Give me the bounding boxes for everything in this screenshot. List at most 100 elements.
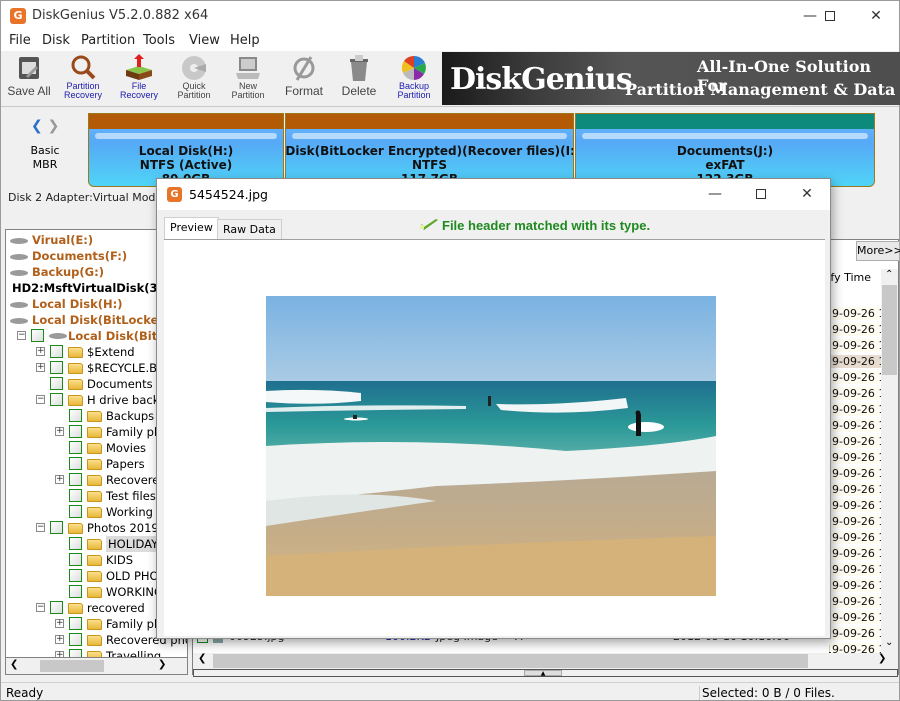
- expand-icon[interactable]: +: [55, 475, 64, 484]
- file-recovery-button[interactable]: File Recovery: [114, 54, 164, 104]
- drive-icon: [10, 317, 28, 324]
- tree-volume-f[interactable]: Documents(F:): [10, 248, 127, 264]
- menu-disk[interactable]: Disk: [42, 33, 70, 48]
- tree-checkbox[interactable]: [69, 457, 82, 470]
- tab-preview[interactable]: Preview: [164, 217, 219, 239]
- drive-icon: [10, 301, 28, 308]
- tree-checkbox[interactable]: [69, 489, 82, 502]
- partition-j[interactable]: Documents(J:) exFAT 122.3GB: [575, 113, 875, 187]
- folder-icon: [87, 427, 102, 438]
- scroll-down-icon[interactable]: ⌄: [885, 637, 893, 648]
- partition-recovery-button[interactable]: Partition Recovery: [58, 54, 108, 104]
- tree-volume-g[interactable]: Backup(G:): [10, 264, 104, 280]
- folder-icon: [87, 619, 102, 630]
- folder-icon: [87, 491, 102, 502]
- list-vertical-scrollbar[interactable]: ⌃ ⌄: [881, 269, 898, 653]
- partition-i[interactable]: Local Disk(BitLocker Encrypted)(Recover …: [285, 113, 574, 187]
- menu-tools[interactable]: Tools: [143, 33, 175, 48]
- tree-checkbox[interactable]: [69, 441, 82, 454]
- scroll-thumb[interactable]: [213, 654, 808, 668]
- tree-checkbox[interactable]: [69, 569, 82, 582]
- collapse-icon[interactable]: −: [36, 603, 45, 612]
- collapse-icon[interactable]: −: [17, 331, 26, 340]
- tab-raw-data[interactable]: Raw Data: [217, 219, 282, 239]
- tree-checkbox[interactable]: [50, 345, 63, 358]
- folder-icon: [68, 379, 83, 390]
- new-partition-button[interactable]: New Partition: [223, 54, 273, 104]
- menu-view[interactable]: View: [189, 33, 220, 48]
- quick-partition-button[interactable]: Quick Partition: [169, 54, 219, 104]
- tree-checkbox[interactable]: [50, 601, 63, 614]
- scroll-thumb[interactable]: [40, 660, 104, 672]
- expand-icon[interactable]: +: [36, 363, 45, 372]
- scroll-up-icon[interactable]: ⌃: [885, 269, 893, 280]
- diskgenius-banner: DiskGenius All-In-One Solution For Parti…: [442, 52, 900, 105]
- tree-checkbox[interactable]: [69, 473, 82, 486]
- next-disk-icon[interactable]: ❯: [48, 118, 60, 134]
- dialog-close-button[interactable]: ✕: [784, 179, 830, 210]
- tree-checkbox[interactable]: [50, 521, 63, 534]
- scroll-left-icon[interactable]: ❮: [198, 653, 206, 664]
- expand-icon[interactable]: +: [36, 347, 45, 356]
- column-header-modify-time[interactable]: Modify Time: [831, 271, 871, 287]
- tree-checkbox[interactable]: [69, 553, 82, 566]
- modify-time-cell: 2019-09-26 11:: [829, 467, 881, 480]
- expand-icon[interactable]: +: [55, 619, 64, 628]
- folder-icon: [87, 507, 102, 518]
- tree-checkbox[interactable]: [69, 537, 82, 550]
- folder-icon: [87, 571, 102, 582]
- tree-checkbox[interactable]: [69, 425, 82, 438]
- save-all-button[interactable]: Save All: [4, 54, 54, 104]
- tree-checkbox[interactable]: [69, 617, 82, 630]
- dialog-maximize-button[interactable]: [738, 179, 784, 210]
- menu-partition[interactable]: Partition: [81, 33, 135, 48]
- delete-button[interactable]: Delete: [334, 54, 384, 104]
- collapse-icon[interactable]: −: [36, 523, 45, 532]
- tree-checkbox[interactable]: [50, 361, 63, 374]
- folder-icon: [68, 363, 83, 374]
- checkmark-icon: [420, 219, 438, 230]
- expand-icon[interactable]: +: [55, 427, 64, 436]
- partition-h[interactable]: Local Disk(H:) NTFS (Active) 80.0GB: [88, 113, 284, 187]
- scroll-right-icon[interactable]: ❯: [878, 653, 886, 664]
- modify-time-cell: 2019-09-26 11:: [829, 419, 881, 432]
- folder-icon: [87, 555, 102, 566]
- panel-splitter[interactable]: ▲: [193, 669, 898, 677]
- tree-checkbox[interactable]: [69, 633, 82, 646]
- disk-type: Basic MBR: [30, 144, 60, 171]
- collapse-icon[interactable]: −: [36, 395, 45, 404]
- tree-checkbox[interactable]: [69, 585, 82, 598]
- more-button[interactable]: More>>: [856, 241, 900, 261]
- modify-time-cell: 2019-09-26 11:: [829, 307, 881, 320]
- file-preview-dialog: G 5454524.jpg — ✕ Preview Raw Data File …: [156, 178, 831, 639]
- tree-checkbox[interactable]: [50, 377, 63, 390]
- tree-checkbox[interactable]: [31, 329, 44, 342]
- tree-checkbox[interactable]: [50, 393, 63, 406]
- tree-volume-e[interactable]: Virual(E:): [10, 232, 93, 248]
- maximize-button[interactable]: [807, 1, 853, 31]
- folder-icon: [68, 603, 83, 614]
- list-horizontal-scrollbar[interactable]: ❮ ❯: [193, 653, 898, 669]
- tree-horizontal-scrollbar[interactable]: ❮ ❯: [5, 657, 188, 675]
- prev-disk-icon[interactable]: ❮: [31, 118, 43, 134]
- scroll-left-icon[interactable]: ❮: [10, 659, 18, 670]
- menu-help[interactable]: Help: [230, 33, 260, 48]
- scroll-thumb[interactable]: [882, 285, 897, 375]
- format-button[interactable]: Format: [279, 54, 329, 104]
- tree-checkbox[interactable]: [69, 505, 82, 518]
- modify-time-cell: 2019-09-26 11:: [829, 451, 881, 464]
- modify-time-cell: 2019-09-26 11:: [829, 531, 881, 544]
- splitter-grip-icon[interactable]: ▲: [524, 670, 562, 677]
- scroll-right-icon[interactable]: ❯: [158, 659, 166, 670]
- tree-checkbox[interactable]: [69, 409, 82, 422]
- diskgenius-logo-icon: G: [167, 187, 182, 202]
- quick-partition-icon: [182, 56, 206, 80]
- backup-partition-button[interactable]: Backup Partition: [389, 54, 439, 104]
- modify-time-cell: 2019-09-26 11:: [829, 515, 881, 528]
- expand-icon[interactable]: +: [55, 635, 64, 644]
- tree-volume-h[interactable]: Local Disk(H:): [10, 296, 122, 312]
- modify-time-cell: 2019-09-26 11:: [829, 371, 881, 384]
- dialog-minimize-button[interactable]: —: [692, 179, 738, 210]
- close-button[interactable]: ✕: [853, 1, 899, 31]
- menu-file[interactable]: File: [9, 33, 31, 48]
